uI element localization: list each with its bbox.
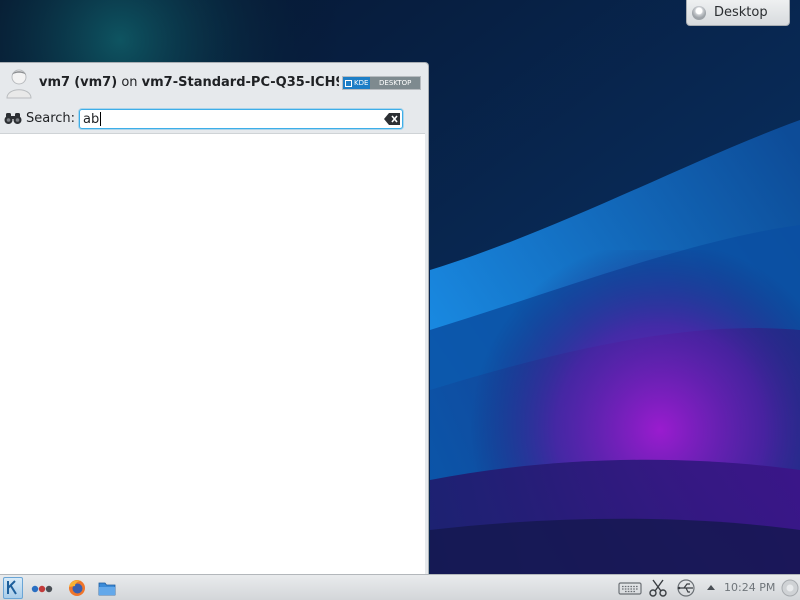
search-box[interactable] [79, 109, 403, 129]
user-login: (vm7) [74, 75, 118, 90]
file-manager-icon[interactable] [97, 578, 117, 598]
kde-logo-text: DESKTOP [370, 77, 420, 89]
user-on-label: on [121, 75, 138, 90]
usb-icon[interactable] [674, 578, 698, 598]
search-row: Search: [0, 107, 428, 131]
kde-desktop-logo: KDE DESKTOP [342, 76, 421, 90]
clear-text-icon[interactable] [384, 113, 400, 125]
kde-application-launcher-icon[interactable] [3, 577, 23, 599]
desktop-toolbox-label: Desktop [714, 5, 768, 20]
user-avatar-icon [6, 69, 32, 99]
kde-logo-icon [7, 580, 17, 595]
search-input[interactable] [83, 111, 379, 127]
scissors-icon[interactable] [648, 578, 668, 598]
desktop-toolbox-button[interactable]: Desktop [686, 0, 790, 26]
kde-logo-mark: KDE [343, 77, 371, 89]
host-name: vm7-Standard-PC-Q35-ICH9-2( [141, 75, 339, 90]
firefox-icon[interactable] [67, 578, 87, 598]
user-name: vm7 [39, 75, 71, 90]
desktop[interactable]: Desktop vm7 (vm7) on vm7-Standard-PC-Q35… [0, 0, 800, 600]
clock[interactable]: 10:24 PM [724, 581, 775, 594]
chevron-up-icon[interactable] [704, 578, 718, 598]
search-label: Search: [26, 111, 76, 126]
keyboard-icon[interactable] [618, 578, 642, 598]
bottom-panel: 10:24 PM [0, 574, 800, 600]
user-host-label: vm7 (vm7) on vm7-Standard-PC-Q35-ICH9-2( [39, 75, 339, 90]
launcher-header: vm7 (vm7) on vm7-Standard-PC-Q35-ICH9-2(… [0, 63, 428, 103]
search-results-list[interactable] [0, 133, 425, 575]
binoculars-icon [4, 113, 22, 124]
text-caret [100, 112, 101, 126]
panel-settings-icon[interactable] [780, 578, 800, 598]
desktop-cashew-icon [692, 5, 706, 20]
virtual-desktops-pager-icon[interactable] [30, 578, 54, 598]
application-launcher-popup: vm7 (vm7) on vm7-Standard-PC-Q35-ICH9-2(… [0, 62, 429, 575]
